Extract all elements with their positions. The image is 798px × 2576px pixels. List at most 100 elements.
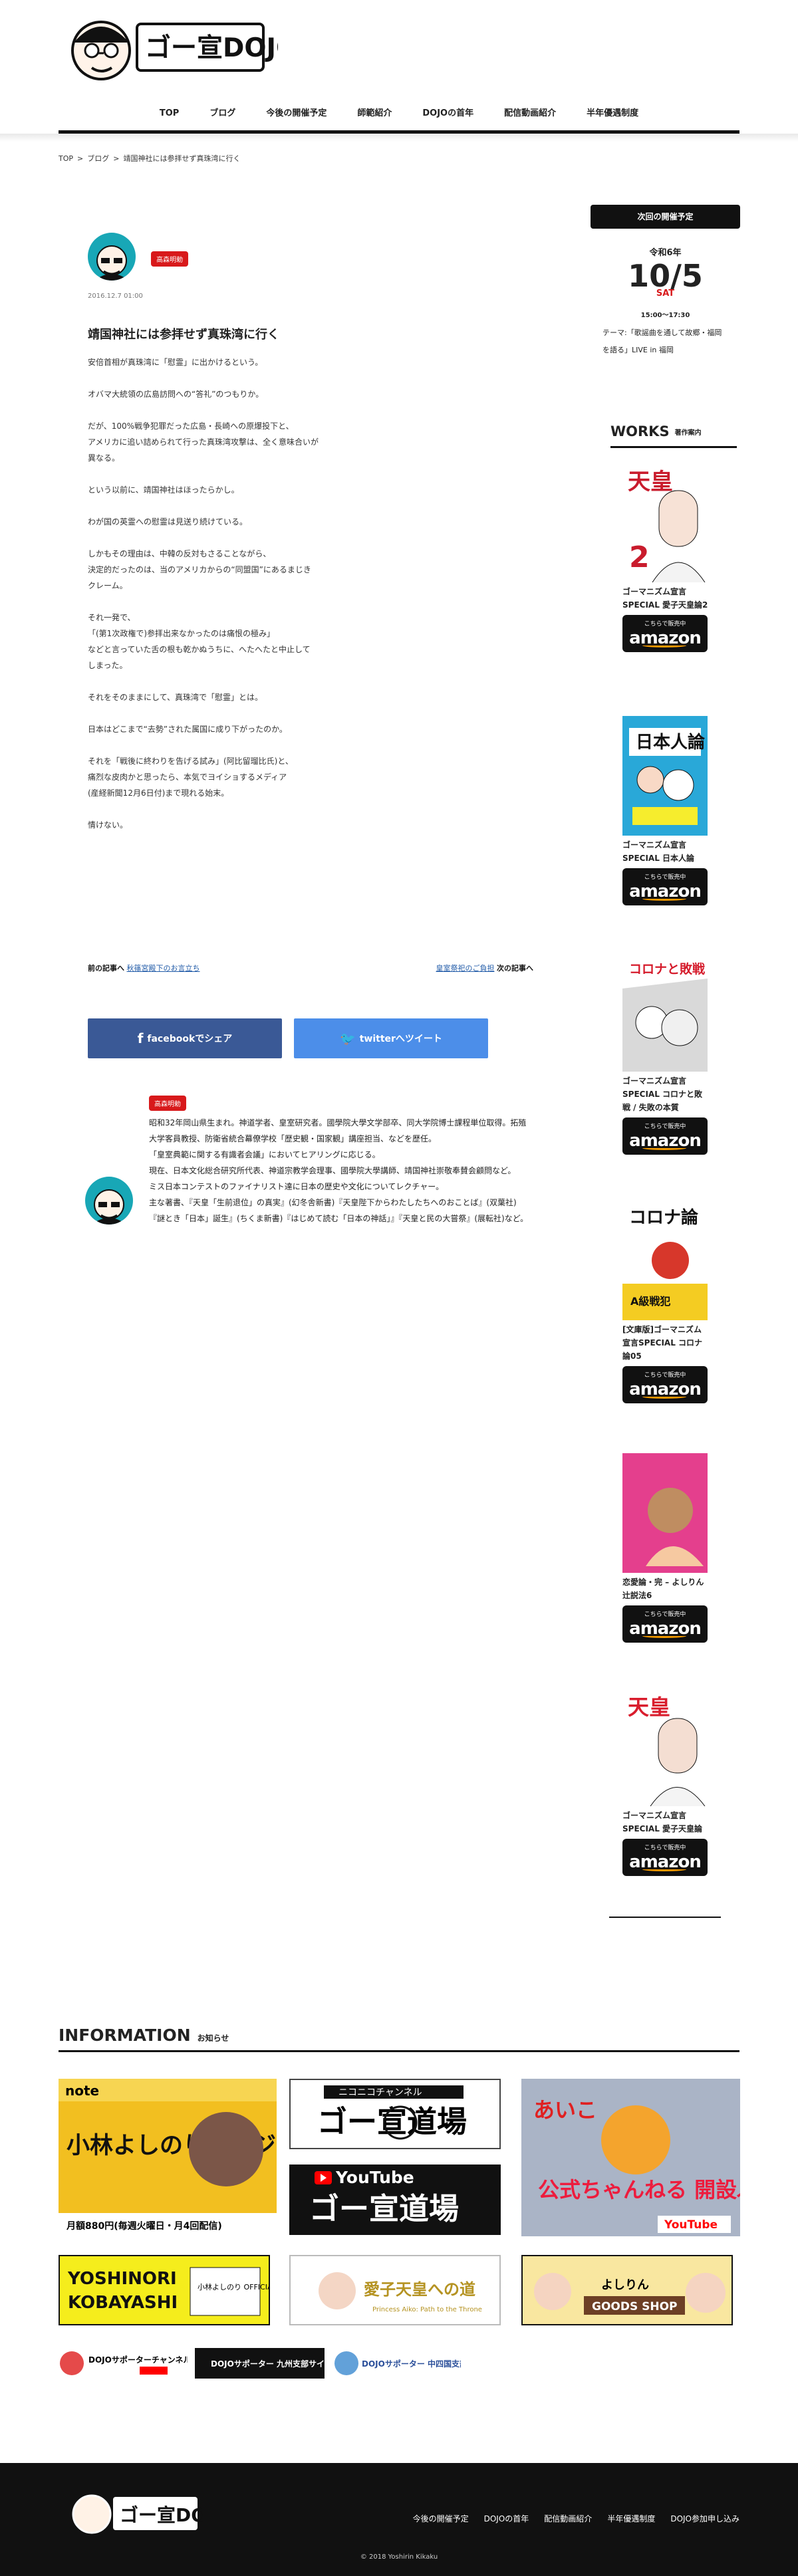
svg-text:小林よしのり OFFICIAL WEB SITE!!: 小林よしのり OFFICIAL WEB SITE!! bbox=[198, 2282, 270, 2291]
svg-text:YOSHINORI: YOSHINORI bbox=[67, 2269, 177, 2289]
dojo-supporter-kyushu-link[interactable]: DOJOサポーター 九州支部サイト bbox=[195, 2348, 325, 2379]
paragraph: それを「戦後に終わりを告げる試み」(阿比留瑠比氏)と、 痛烈な皮肉かと思ったら、… bbox=[88, 757, 293, 798]
next-post-link[interactable]: 皇室祭祀のご負担 bbox=[436, 964, 495, 973]
footer-nav-priority[interactable]: 半年優遇制度 bbox=[607, 2513, 655, 2524]
breadcrumb-top[interactable]: TOP bbox=[59, 154, 73, 163]
svg-text:月額880円(毎週火曜日・月4回配信): 月額880円(毎週火曜日・月4回配信) bbox=[66, 2220, 222, 2232]
nav-videos[interactable]: 配信動画紹介 bbox=[489, 104, 571, 133]
nav-upcoming[interactable]: 今後の開催予定 bbox=[251, 104, 342, 133]
svg-text:DOJOサポーターチャンネル: DOJOサポーターチャンネル bbox=[88, 2355, 188, 2365]
nav-dojo[interactable]: DOJOの首年 bbox=[407, 104, 489, 133]
amazon-buy-button[interactable]: こちらで販売中 amazon bbox=[622, 868, 708, 905]
svg-text:日本人論: 日本人論 bbox=[636, 732, 706, 753]
book-cover[interactable]: コロナと敗戦 bbox=[622, 952, 708, 1072]
svg-text:GOODS SHOP: GOODS SHOP bbox=[592, 2300, 678, 2313]
previous-post-link[interactable]: 秋篠宮殿下のお言立ち bbox=[127, 964, 200, 973]
book-title[interactable]: ゴーマニズム宣言SPECIAL 愛子天皇論2 bbox=[622, 585, 709, 612]
category-badge[interactable]: 高森明勅 bbox=[151, 251, 189, 267]
previous-post: 前の記事へ 秋篠宮殿下のお言立ち bbox=[88, 964, 200, 973]
nav-masters[interactable]: 師範紹介 bbox=[342, 104, 407, 133]
svg-text:天皇: 天皇 bbox=[628, 469, 673, 495]
next-event-heading: 次回の開催予定 bbox=[591, 205, 740, 229]
youtube-dojo-banner[interactable]: YouTube ゴー宣道場 bbox=[289, 2165, 501, 2235]
amazon-buy-button[interactable]: こちらで販売中 amazon bbox=[622, 1117, 708, 1155]
author-category-badge[interactable]: 高森明勅 bbox=[149, 1096, 186, 1111]
post-date: 2016.12.7 01:00 bbox=[88, 293, 143, 300]
works-end-line bbox=[609, 1917, 721, 1918]
dojo-supporter-chushikoku-link[interactable]: DOJOサポーター 中四国支部ブログ bbox=[332, 2348, 461, 2379]
event-weekday: SAT bbox=[656, 289, 675, 298]
svg-text:KOBAYASHI: KOBAYASHI bbox=[68, 2293, 178, 2313]
amazon-smile-icon bbox=[642, 897, 686, 901]
book-title[interactable]: [文庫版]ゴーマニズム宣言SPECIAL コロナ論05 bbox=[622, 1323, 709, 1363]
book-item[interactable]: コロナ論 A級戦犯 [文庫版]ゴーマニズム宣言SPECIAL コロナ論05 こちら… bbox=[622, 1201, 709, 1403]
book-item[interactable]: 天皇 ゴーマニズム宣言SPECIAL 愛子天皇論 こちらで販売中 amazon bbox=[622, 1687, 709, 1876]
book-title[interactable]: 恋愛論・完 – よしりん辻説法6 bbox=[622, 1576, 709, 1602]
svg-text:あいこ: あいこ bbox=[533, 2097, 597, 2123]
paragraph: という以前に、靖国神社はほったらかし。 bbox=[88, 485, 239, 495]
footer-nav-videos[interactable]: 配信動画紹介 bbox=[544, 2513, 592, 2524]
amazon-buy-button[interactable]: こちらで販売中 amazon bbox=[622, 1366, 708, 1403]
book-cover[interactable] bbox=[622, 1453, 708, 1573]
book-cover[interactable]: コロナ論 A級戦犯 bbox=[622, 1201, 708, 1320]
svg-text:YouTube: YouTube bbox=[335, 2168, 414, 2187]
niconico-dojo-banner[interactable]: ニコニコチャンネル ゴー宣道場 bbox=[289, 2079, 501, 2149]
breadcrumb-blog[interactable]: ブログ bbox=[87, 154, 109, 163]
nav-blog[interactable]: ブログ bbox=[194, 104, 251, 133]
book-title[interactable]: ゴーマニズム宣言SPECIAL コロナと敗戦 / 失敗の本質 bbox=[622, 1074, 709, 1114]
book-item[interactable]: 恋愛論・完 – よしりん辻説法6 こちらで販売中 amazon bbox=[622, 1453, 709, 1643]
aiko-channel-banner[interactable]: あいこ公式ちゃんねる 開設ぶぁ〜い! YouTube bbox=[521, 2079, 740, 2236]
dojo-supporter-channel-link[interactable]: DOJOサポーターチャンネル bbox=[59, 2348, 188, 2379]
book-cover[interactable]: 天皇 bbox=[622, 1687, 708, 1806]
svg-text:A級戦犯: A級戦犯 bbox=[630, 1295, 670, 1308]
note-rising-banner[interactable]: note小林よしのりライジング月額880円(毎週火曜日・月4回配信) bbox=[59, 2079, 277, 2236]
footer-navigation: 今後の開催予定 DOJOの首年 配信動画紹介 半年優遇制度 DOJO参加申し込み bbox=[413, 2513, 739, 2524]
paragraph: 日本はどこまで“去勢”された属国に成り下がったのか。 bbox=[88, 725, 287, 734]
amazon-buy-button[interactable]: こちらで販売中 amazon bbox=[622, 1839, 708, 1876]
book-item[interactable]: 天皇 2 ゴーマニズム宣言SPECIAL 愛子天皇論2 こちらで販売中 amazon bbox=[622, 463, 709, 652]
post-meta: 高森明勅 bbox=[88, 233, 533, 281]
svg-text:コロナと敗戦: コロナと敗戦 bbox=[629, 961, 705, 977]
book-cover[interactable]: 天皇 2 bbox=[622, 463, 708, 582]
twitter-icon: 🐦 bbox=[340, 1031, 356, 1046]
book-title[interactable]: ゴーマニズム宣言SPECIAL 日本人論 bbox=[622, 838, 709, 865]
svg-text:ニコニコチャンネル: ニコニコチャンネル bbox=[338, 2087, 422, 2098]
works-underline bbox=[610, 446, 737, 448]
book-title[interactable]: ゴーマニズム宣言SPECIAL 愛子天皇論 bbox=[622, 1809, 709, 1835]
author-avatar bbox=[88, 233, 136, 281]
svg-text:YouTube: YouTube bbox=[664, 2218, 718, 2232]
svg-text:Princess Aiko: Path to the Thr: Princess Aiko: Path to the Throne bbox=[372, 2306, 482, 2313]
amazon-buy-button[interactable]: こちらで販売中 amazon bbox=[622, 1605, 708, 1643]
svg-text:愛子天皇への道: 愛子天皇への道 bbox=[364, 2280, 475, 2299]
nav-priority[interactable]: 半年優遇制度 bbox=[571, 104, 654, 133]
facebook-share-button[interactable]: f facebookでシェア bbox=[88, 1018, 282, 1058]
information-heading: INFORMATION お知らせ bbox=[59, 2026, 739, 2052]
twitter-share-button[interactable]: 🐦 twitterへツイート bbox=[294, 1018, 488, 1058]
svg-text:note: note bbox=[65, 2083, 99, 2099]
author-biography: 昭和32年岡山県生まれ。神道学者、皇室研究者。國學院大學文学部卒、同大学院博士課… bbox=[149, 1118, 529, 1223]
official-site-banner[interactable]: YOSHINORI KOBAYASHI 小林よしのり OFFICIAL WEB SI… bbox=[59, 2255, 270, 2325]
book-cover[interactable]: 日本人論 bbox=[622, 716, 708, 836]
book-item[interactable]: コロナと敗戦 ゴーマニズム宣言SPECIAL コロナと敗戦 / 失敗の本質 こち… bbox=[622, 952, 709, 1155]
site-footer: ゴー宣DOJO 今後の開催予定 DOJOの首年 配信動画紹介 半年優遇制度 DO… bbox=[0, 2463, 798, 2576]
book-item[interactable]: 日本人論 ゴーマニズム宣言SPECIAL 日本人論 こちらで販売中 amazon bbox=[622, 716, 709, 905]
event-time: 15:00〜17:30 bbox=[640, 312, 690, 319]
amazon-smile-icon bbox=[642, 1634, 686, 1638]
breadcrumb-current: 靖国神社には参拝せず真珠湾に行く bbox=[123, 154, 241, 163]
aiko-emperor-banner[interactable]: 愛子天皇への道 Princess Aiko: Path to the Throne bbox=[289, 2255, 501, 2325]
footer-logo[interactable]: ゴー宣DOJO bbox=[66, 2488, 229, 2540]
svg-text:ゴー宣DOJO: ゴー宣DOJO bbox=[120, 2504, 203, 2526]
works-sidebar: WORKS 著作案内 bbox=[610, 421, 737, 448]
footer-nav-apply[interactable]: DOJO参加申し込み bbox=[670, 2513, 739, 2524]
paragraph: 安倍首相が真珠湾に「慰霊」に出かけるという。 bbox=[88, 358, 263, 367]
svg-text:コロナ論: コロナ論 bbox=[629, 1207, 699, 1228]
amazon-buy-button[interactable]: こちらで販売中 amazon bbox=[622, 615, 708, 652]
footer-nav-dojo[interactable]: DOJOの首年 bbox=[484, 2513, 529, 2524]
event-theme: テーマ:「歌謡曲を通して故郷・福岡を語る」LIVE in 福岡 bbox=[602, 328, 722, 354]
site-logo[interactable]: ゴー宣DOJO bbox=[59, 5, 298, 98]
goods-shop-banner[interactable]: よしりん GOODS SHOP bbox=[521, 2255, 733, 2325]
nav-top[interactable]: TOP bbox=[144, 104, 194, 133]
paragraph: 情けない。 bbox=[88, 820, 128, 830]
footer-nav-upcoming[interactable]: 今後の開催予定 bbox=[413, 2513, 469, 2524]
next-event-card[interactable]: 令和6年 10/5 SAT 15:00〜17:30 テーマ:「歌謡曲を通して故郷… bbox=[591, 245, 740, 359]
